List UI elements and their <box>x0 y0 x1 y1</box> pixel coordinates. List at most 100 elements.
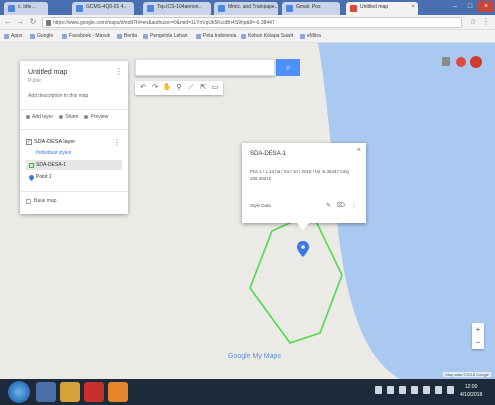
back-icon[interactable]: ← <box>3 17 13 27</box>
redo-icon[interactable]: ↷ <box>150 83 160 93</box>
avatar[interactable] <box>470 56 482 68</box>
directions-icon[interactable]: ⇱ <box>198 83 208 93</box>
base-map-toggle[interactable]: Base map <box>26 198 57 204</box>
bookmark-item[interactable]: Pengelola Lahan <box>143 33 188 39</box>
zoom-in-button[interactable]: + <box>472 323 484 336</box>
tab-label: GCMS-4Q0-01 4.. <box>86 4 127 10</box>
add-layer-button[interactable]: Add layer <box>26 114 53 124</box>
bookmark-item[interactable]: Kebun Kelapa Sawit <box>241 33 293 39</box>
close-window-button[interactable]: × <box>478 1 494 12</box>
tab-favicon-icon <box>286 5 293 12</box>
bookmarks-bar: Apps Google Facebook - Masuk Berita Peng… <box>0 30 495 43</box>
tab-label: Untitled map <box>360 4 389 10</box>
layer-name[interactable]: SDA-DESA layer <box>34 139 75 145</box>
tab-close-icon[interactable]: × <box>411 4 415 10</box>
lock-icon <box>46 20 51 26</box>
reload-icon[interactable]: ↻ <box>28 17 38 27</box>
apps-grid-icon[interactable] <box>442 57 450 66</box>
file-explorer-icon[interactable] <box>36 382 56 402</box>
folder-icon[interactable] <box>60 382 80 402</box>
url-text: https://www.google.com/maps/d/edit?hl=en… <box>53 20 275 26</box>
zoom-out-button[interactable]: − <box>472 336 484 349</box>
popup-tools[interactable]: ✎ ⌦ ⋮ <box>326 202 359 209</box>
map-search-input[interactable] <box>135 59 275 76</box>
battery-icon[interactable] <box>447 386 454 394</box>
maximize-button[interactable]: □ <box>463 1 477 12</box>
map-options-icon[interactable]: ⋮ <box>115 67 123 76</box>
map-canvas[interactable]: ⌕ ↶ ↷ ✋ ⚲ ⟋ ⇱ ▭ Untitled map Public ⋮ Ad… <box>0 43 495 379</box>
close-icon[interactable]: × <box>357 147 361 154</box>
tab-3[interactable]: Tsp.ICS-104aenon.. <box>143 2 211 15</box>
feature-label: Point 1 <box>36 174 52 180</box>
bookmark-item[interactable]: Facebook - Masuk <box>62 33 110 39</box>
network-icon[interactable] <box>423 386 430 394</box>
layer-checkbox[interactable]: ✓ <box>26 139 32 145</box>
tab-5[interactable]: Gmail. Pos <box>282 2 340 15</box>
address-bar: ← → ↻ https://www.google.com/maps/d/edit… <box>0 15 495 30</box>
map-attribution: Map data ©2018 Google <box>443 372 491 377</box>
bookmark-item[interactable]: Peta Indonesia <box>196 33 236 39</box>
tab-1[interactable]: c. Idle... <box>4 2 48 15</box>
tab-favicon-icon <box>8 5 15 12</box>
browser-menu-icon[interactable]: ⋮ <box>481 17 491 27</box>
marker-icon[interactable]: ⚲ <box>174 83 184 93</box>
tray-keyboard-icon[interactable] <box>375 386 382 394</box>
chrome-icon[interactable] <box>108 382 128 402</box>
map-description[interactable]: Add description to this map <box>28 93 88 99</box>
url-input[interactable]: https://www.google.com/maps/d/edit?hl=en… <box>42 17 462 28</box>
minimize-button[interactable]: – <box>448 1 462 12</box>
popup-style-data[interactable]: Style Data <box>250 203 271 208</box>
preview-button[interactable]: Preview <box>84 114 108 124</box>
system-clock[interactable]: 12:00 4/10/2018 <box>460 383 482 399</box>
clock-date: 4/10/2018 <box>460 392 483 398</box>
tab-active-untitled-map[interactable]: Untitled map × <box>346 2 418 15</box>
tab-strip: c. Idle... GCMS-4Q0-01 4.. Tsp.ICS-104ae… <box>0 0 495 15</box>
drawing-toolbar: ↶ ↷ ✋ ⚲ ⟋ ⇱ ▭ <box>135 81 223 95</box>
bookmark-item[interactable]: Apps <box>4 33 22 39</box>
tab-2[interactable]: GCMS-4Q0-01 4.. <box>72 2 134 15</box>
feature-info-popup: SDA-DESA-1 × Plot 1 / 1.23 ha / 04 / 10 … <box>242 143 366 230</box>
map-title[interactable]: Untitled map <box>28 69 67 76</box>
tray-icon[interactable] <box>411 386 418 394</box>
divider <box>20 109 128 110</box>
google-my-maps-logo: Google My Maps <box>228 353 281 360</box>
search-button[interactable]: ⌕ <box>276 59 300 76</box>
divider <box>20 191 128 192</box>
start-button[interactable] <box>8 381 30 403</box>
feature-item-point[interactable]: Point 1 <box>26 172 122 182</box>
base-map-label: Base map <box>34 198 57 204</box>
tray-icon[interactable] <box>399 386 406 394</box>
tray-icon[interactable] <box>387 386 394 394</box>
feature-label: SDA-DESA-1 <box>36 162 67 168</box>
opera-icon[interactable] <box>84 382 104 402</box>
layer-header[interactable]: ✓ SDA-DESA layer ⋮ <box>26 138 122 147</box>
hand-icon[interactable]: ✋ <box>162 83 172 93</box>
draw-line-icon[interactable]: ⟋ <box>186 83 196 93</box>
bookmark-star-icon[interactable]: ☆ <box>468 17 478 27</box>
layer-options-icon[interactable]: ⋮ <box>113 138 121 147</box>
volume-icon[interactable] <box>435 386 442 394</box>
popup-title: SDA-DESA-1 <box>250 151 287 157</box>
taskbar: 12:00 4/10/2018 <box>0 379 495 405</box>
tab-4[interactable]: Mmic. and Trainpape.. <box>214 2 278 15</box>
polygon-icon <box>29 163 34 168</box>
tab-favicon-icon <box>76 5 83 12</box>
bookmark-item[interactable]: eMitra <box>300 33 321 39</box>
pin-icon <box>27 173 36 182</box>
panel-actions: Add layer Share Preview <box>26 114 124 124</box>
undo-icon[interactable]: ↶ <box>138 83 148 93</box>
tab-label: Gmail. Pos <box>296 4 321 10</box>
map-subtitle: Public <box>28 78 42 84</box>
layer-style-link[interactable]: Individual styles <box>26 150 122 158</box>
notifications-icon[interactable] <box>456 57 466 67</box>
share-button[interactable]: Share <box>59 114 78 124</box>
ruler-icon[interactable]: ▭ <box>210 83 220 93</box>
forward-icon[interactable]: → <box>15 17 25 27</box>
base-map-icon <box>26 199 31 204</box>
my-maps-favicon-icon <box>350 5 357 12</box>
feature-item-polygon[interactable]: SDA-DESA-1 <box>26 160 122 170</box>
bookmark-item[interactable]: Google <box>30 33 53 39</box>
divider <box>20 129 128 130</box>
bookmark-item[interactable]: Berita <box>117 33 137 39</box>
browser-window: c. Idle... GCMS-4Q0-01 4.. Tsp.ICS-104ae… <box>0 0 495 405</box>
